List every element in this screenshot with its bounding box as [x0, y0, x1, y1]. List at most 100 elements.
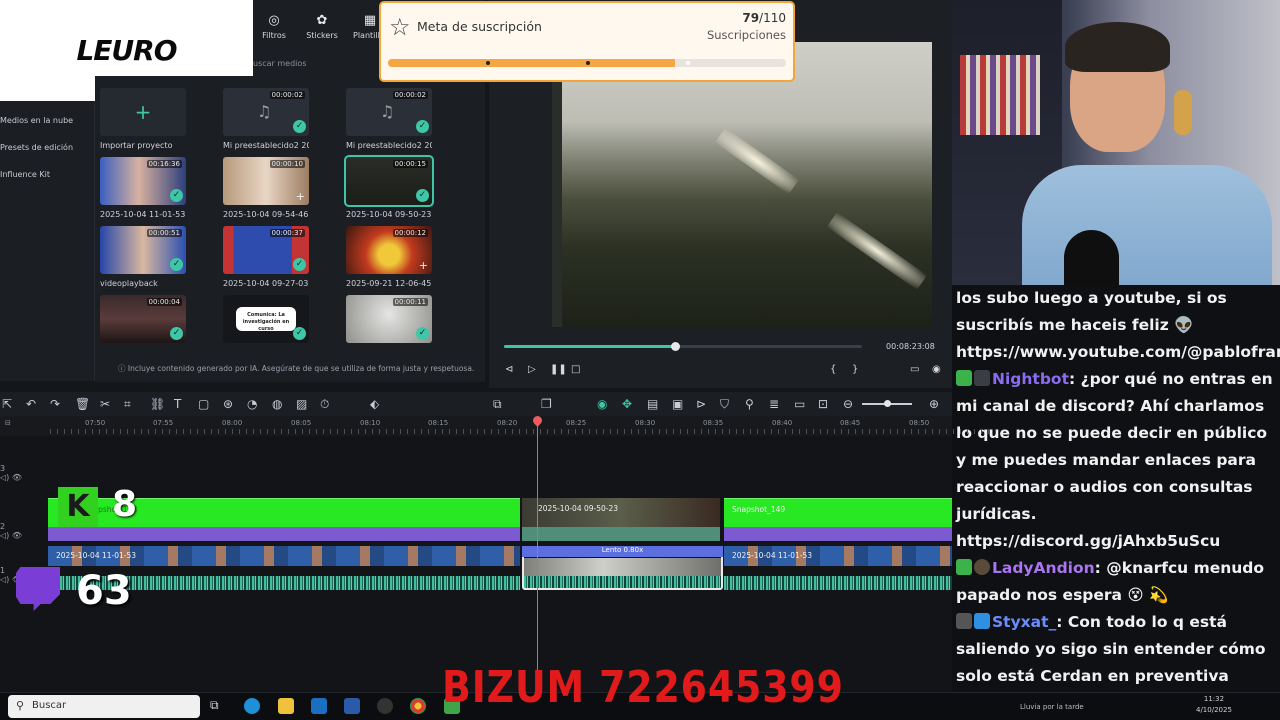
goal-count: 79/110 — [742, 11, 786, 25]
snap-icon[interactable]: ✥ — [622, 397, 632, 411]
check-icon: ✓ — [293, 120, 306, 133]
media-tile[interactable]: 00:00:11 ✓ — [346, 295, 432, 343]
undo-icon[interactable]: ↶ — [26, 397, 36, 411]
pause-icon[interactable]: ❚❚ — [550, 364, 567, 375]
taskbar-search[interactable]: ⚲ Buscar — [8, 695, 200, 718]
media-tile[interactable]: 00:00:02 ♫ ✓ Mi preestablecido2 20... — [346, 88, 432, 150]
track-2-controls[interactable]: 2 ◁) 👁 — [0, 522, 22, 540]
badge-icon — [956, 370, 972, 386]
zoom-slider[interactable] — [862, 400, 912, 407]
ruler-settings-icon[interactable]: ⊟ — [5, 419, 11, 427]
split-icon[interactable]: ✂ — [100, 397, 110, 411]
camera-icon[interactable]: ▣ — [672, 397, 683, 411]
speed-icon[interactable]: ◔ — [247, 397, 257, 411]
mic-icon[interactable]: ⚲ — [745, 397, 754, 411]
media-tile[interactable]: 00:00:12 + 2025-09-21 12-06-45 — [346, 226, 432, 288]
color-icon[interactable]: ◍ — [272, 397, 282, 411]
add-icon[interactable]: + — [419, 259, 428, 272]
image-icon[interactable]: ▨ — [296, 397, 307, 411]
zoom-out-icon[interactable]: ⊖ — [843, 397, 853, 411]
timeline-clip[interactable]: 2025-10-04 11-01-53 — [48, 546, 520, 566]
timeline-clip[interactable]: 2025-10-04 11-01-53 — [724, 546, 952, 566]
redo-icon[interactable]: ↷ — [50, 397, 60, 411]
tag-icon[interactable]: ⬖ — [370, 397, 379, 411]
audio-waveform — [724, 576, 952, 590]
monitor-icon[interactable]: ▭ — [910, 364, 919, 375]
timeline-clip[interactable]: Snapshot_149 — [724, 498, 952, 527]
crop-icon[interactable]: ⌗ — [124, 397, 131, 412]
group-icon[interactable]: ⧉ — [493, 397, 502, 412]
render-icon[interactable]: ◉ — [597, 397, 607, 411]
link-icon[interactable]: ⛓ — [150, 397, 165, 411]
media-tile[interactable]: 00:00:37 ✓ 2025-10-04 09-27-03 — [223, 226, 309, 288]
preview-video[interactable] — [552, 42, 932, 327]
file-explorer-icon[interactable] — [278, 698, 294, 714]
sidebar-item-presets[interactable]: Presets de edición — [0, 128, 94, 155]
audio-strip[interactable] — [522, 527, 720, 541]
track-3-controls[interactable]: 3 ◁) 👁 — [0, 464, 22, 482]
kick-logo: K — [58, 487, 98, 527]
crown-icon — [974, 613, 990, 629]
screen-icon[interactable]: ▭ — [794, 397, 805, 411]
audio-strip[interactable] — [724, 527, 952, 541]
toolbar-filters[interactable]: ◎ Filtros — [257, 14, 291, 52]
speed-label: Lento 0.80x — [522, 546, 723, 557]
taskbar-clock[interactable]: 11:32 4/10/2025 — [1196, 694, 1232, 716]
chrome-icon[interactable] — [410, 698, 426, 714]
mark-out-icon[interactable]: } — [852, 364, 858, 375]
playback-scrubber[interactable] — [671, 342, 680, 351]
timer-icon[interactable]: ⏱ — [320, 397, 329, 412]
media-tile[interactable]: 00:16:36 ✓ 2025-10-04 11-01-53 — [100, 157, 186, 219]
fit-icon[interactable]: ⊡ — [818, 397, 828, 411]
playback-icon[interactable]: ⊳ — [696, 397, 706, 411]
text-card: Comunica: La investigación en curso — [236, 307, 296, 332]
timeline-clip[interactable]: 2025-10-04 09-50-23 — [522, 498, 720, 527]
media-tile[interactable]: 00:00:51 ✓ videoplayback — [100, 226, 186, 288]
music-note-icon: ♫ — [380, 102, 395, 121]
kick-viewer-count: 8 — [112, 484, 138, 525]
sidebar-item-influence-kit[interactable]: Influence Kit — [0, 155, 94, 182]
add-icon[interactable]: + — [296, 190, 305, 203]
sidebar-item-cloud[interactable]: Medios en la nube — [0, 101, 94, 128]
zoom-in-icon[interactable]: ⊕ — [929, 397, 939, 411]
marker-icon[interactable]: ▤ — [647, 397, 658, 411]
edge-icon[interactable] — [244, 698, 260, 714]
media-tile[interactable]: 00:00:10 + 2025-10-04 09-54-46 — [223, 157, 309, 219]
mixer-icon[interactable]: ≣ — [769, 397, 779, 411]
timeline-ruler[interactable]: ⊟ 07:50 07:55 08:00 08:05 08:10 08:15 08… — [0, 416, 1002, 436]
chat-message: los subo luego a youtube, si os suscribí… — [956, 289, 1280, 361]
snapshot-icon[interactable]: ◉ — [932, 364, 941, 375]
media-tile[interactable]: 00:00:02 ♫ ✓ Mi preestablecido2 20... — [223, 88, 309, 150]
mark-in-icon[interactable]: { — [830, 364, 836, 375]
check-icon: ✓ — [416, 327, 429, 340]
audio-strip[interactable] — [48, 527, 520, 541]
chat-message: LadyAndion: @knarfcu menudo papado nos e… — [956, 559, 1265, 604]
layers-icon[interactable]: ❐ — [541, 397, 552, 411]
app-icon[interactable] — [377, 698, 393, 714]
play-icon[interactable]: ▷ — [528, 364, 536, 375]
outlook-icon[interactable] — [311, 698, 327, 714]
select-tool-icon[interactable]: ⇱ — [2, 397, 12, 411]
frame-icon[interactable]: ▢ — [198, 397, 209, 411]
task-view-icon[interactable]: ⧉ — [210, 698, 226, 714]
word-icon[interactable] — [344, 698, 360, 714]
media-tile-selected[interactable]: 00:00:15 ✓ 2025-10-04 09-50-23 — [344, 155, 434, 219]
chat-message: Nightbot: ¿por qué no entras en mi canal… — [956, 370, 1273, 550]
import-project-tile[interactable]: + Importar proyecto — [100, 88, 186, 150]
chat-message: Styxat_: Con todo lo q está saliendo yo … — [956, 613, 1266, 685]
weather-widget[interactable]: Lluvia por la tarde — [1020, 703, 1084, 711]
delete-icon[interactable]: 🗑 — [75, 397, 90, 411]
robot-icon — [974, 370, 990, 386]
prev-frame-icon[interactable]: ⊲ — [505, 364, 513, 375]
shield-icon[interactable]: ⛉ — [720, 397, 729, 412]
stop-icon[interactable]: □ — [571, 364, 580, 375]
media-tile[interactable]: Comunica: La investigación en curso ✓ — [223, 295, 309, 343]
timeline-toolbar: ⇱ ↶ ↷ 🗑 ✂ ⌗ ⛓ T ▢ ⊛ ◔ ◍ ▨ ⏱ ⬖ ⧉ ❐ ◉ ✥ ▤ … — [0, 392, 952, 416]
check-icon: ✓ — [416, 120, 429, 133]
effects-icon[interactable]: ⊛ — [223, 397, 233, 411]
twitch-viewer-count: 63 — [76, 568, 132, 614]
toolbar-stickers[interactable]: ✿ Stickers — [305, 14, 339, 52]
text-tool-icon[interactable]: T — [174, 397, 181, 411]
goal-progress-fill — [388, 59, 675, 67]
media-tile[interactable]: 00:00:04 ✓ — [100, 295, 186, 343]
